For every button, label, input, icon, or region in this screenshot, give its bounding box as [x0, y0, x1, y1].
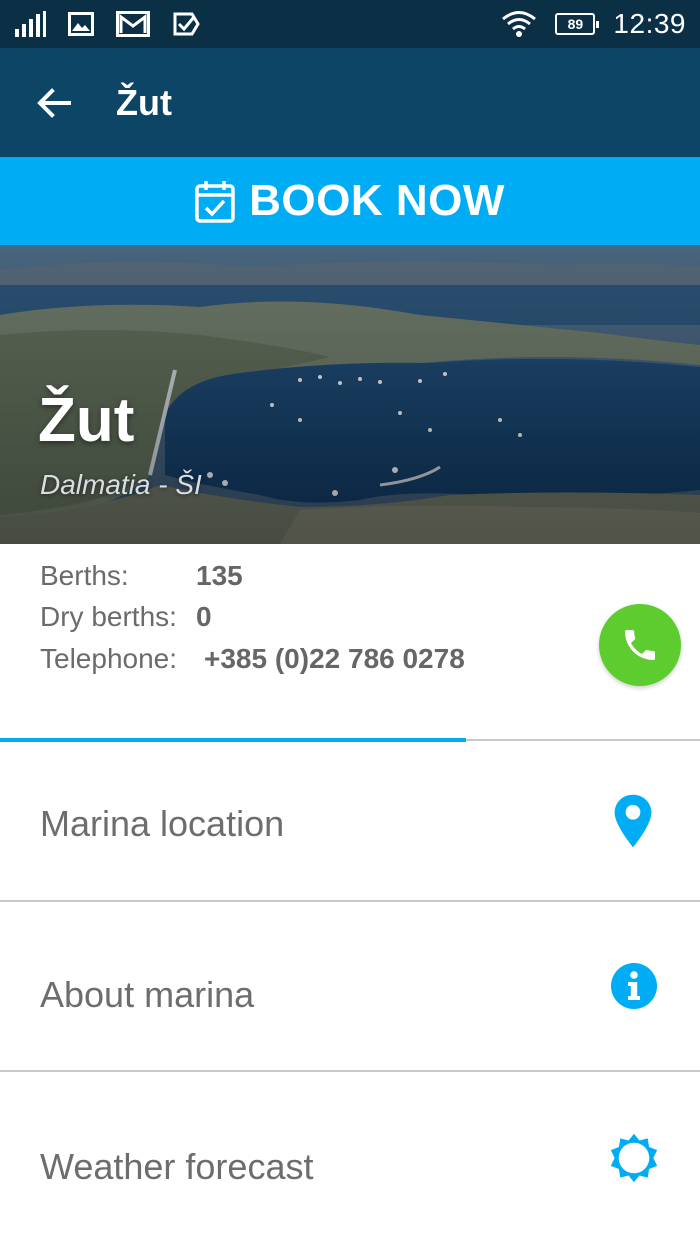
- sun-icon: [610, 1133, 658, 1183]
- wifi-icon: [502, 11, 537, 37]
- back-button[interactable]: [0, 48, 108, 157]
- status-bar: 89 12:39: [0, 0, 700, 48]
- marina-hero: Žut Dalmatia - ŠI: [0, 245, 700, 544]
- menu-item-weather-forecast[interactable]: Weather forecast: [0, 1072, 700, 1244]
- page-title: Žut: [116, 81, 172, 123]
- location-pin-icon: [614, 794, 652, 847]
- marina-region: Dalmatia - ŠI: [40, 469, 202, 500]
- call-button[interactable]: [599, 604, 681, 686]
- marina-info: Berths: 135 Dry berths: 0 Telephone: +38…: [0, 544, 700, 740]
- telephone-row: Telephone: +385 (0)22 786 0278: [40, 643, 465, 675]
- status-icons-left: [14, 11, 200, 37]
- menu-item-label: About marina: [40, 974, 255, 1015]
- calendar-check-icon: [195, 181, 235, 223]
- dry-berths-value: 0: [196, 601, 212, 632]
- dry-berths-row: Dry berths: 0: [40, 601, 212, 633]
- telephone-value[interactable]: +385 (0)22 786 0278: [204, 643, 465, 675]
- marina-name: Žut: [38, 386, 135, 455]
- book-now-label: BOOK NOW: [249, 176, 505, 225]
- dry-berths-label: Dry berths:: [40, 601, 177, 632]
- phone-icon: [625, 630, 655, 660]
- menu-item-about-marina[interactable]: About marina: [0, 902, 700, 1072]
- menu-item-marina-location[interactable]: Marina location: [0, 741, 700, 902]
- battery-indicator: 89: [555, 13, 600, 35]
- status-time: 12:39: [613, 8, 686, 39]
- status-icons-right: 89 12:39: [501, 8, 686, 40]
- telephone-label: Telephone:: [40, 643, 178, 674]
- arrow-left-icon: [37, 87, 71, 118]
- app-bar: Žut: [0, 48, 700, 157]
- berths-value: 135: [196, 560, 243, 591]
- image-notification-icon: [68, 12, 94, 36]
- menu-item-label: Marina location: [40, 803, 285, 844]
- info-icon: [611, 963, 657, 1009]
- menu-item-label: Weather forecast: [40, 1146, 314, 1187]
- check-notification-icon: [173, 12, 200, 36]
- berths-label: Berths:: [40, 560, 129, 591]
- book-now-button[interactable]: BOOK NOW: [0, 157, 700, 245]
- berths-row: Berths: 135: [40, 560, 243, 592]
- signal-icon: [15, 11, 46, 37]
- gmail-icon: [116, 11, 150, 37]
